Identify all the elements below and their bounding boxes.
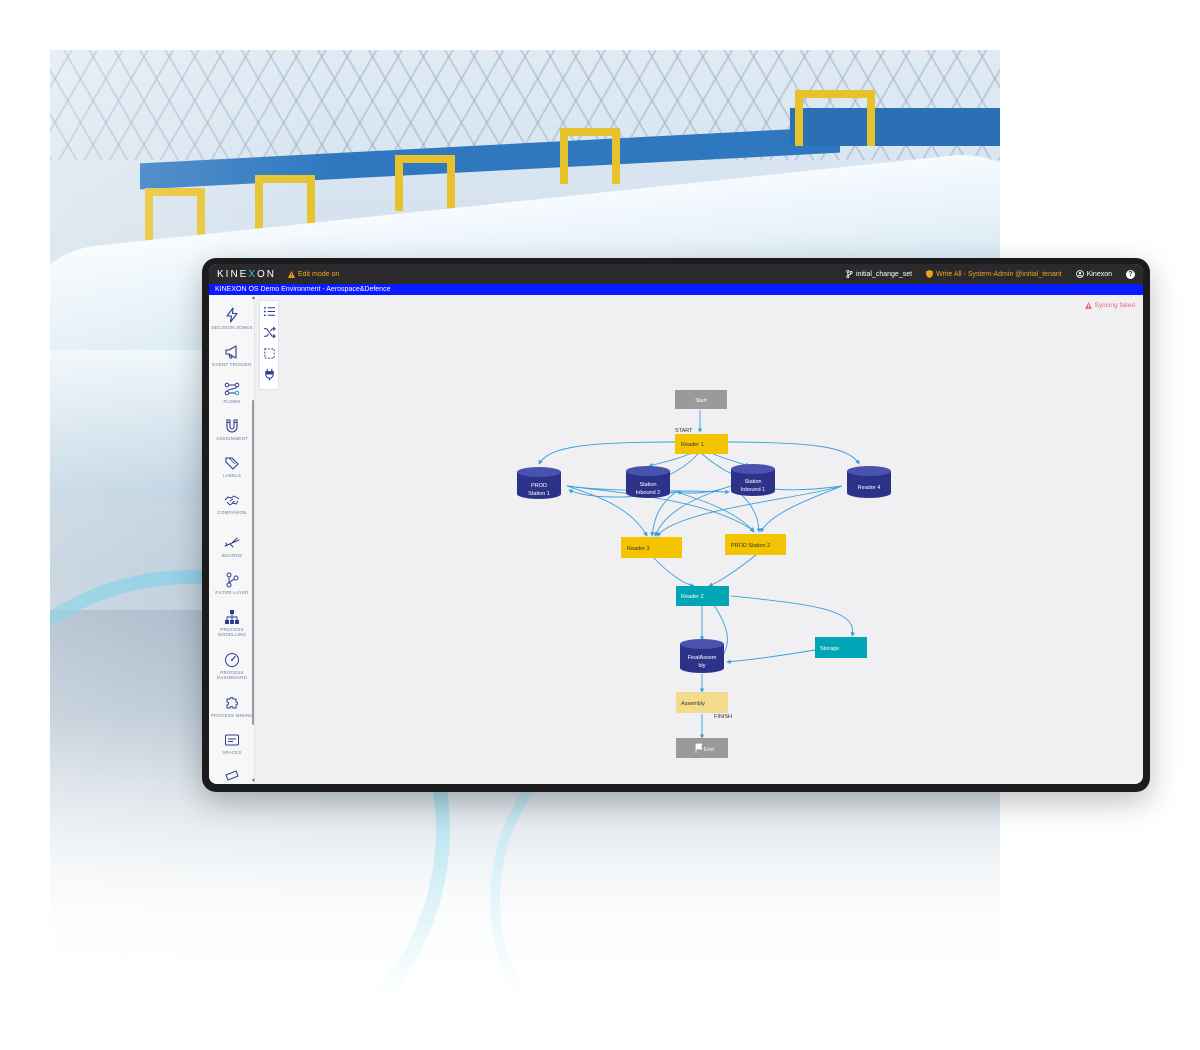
db-top [626,466,670,476]
db-top [731,464,775,474]
node-prod-station-1[interactable]: PROD Station 1 [517,467,561,499]
device-frame: KINEXON Edit mode on initial_change_set … [202,258,1150,792]
node-reader-4-label: Reader 4 [858,485,881,491]
node-reader-2-label: Reader 2 [681,594,704,600]
node-reader-1[interactable]: Reader 1 [675,434,728,454]
node-station-inbound-1-line2: Inbound 1 [741,487,765,493]
graph-edges [538,410,860,739]
node-start-label: Start [695,398,707,404]
db-top [847,466,891,476]
node-station-inbound-1[interactable]: Station Inbound 1 [731,464,775,496]
node-end[interactable]: End [676,738,728,758]
edge [538,441,676,465]
node-start[interactable]: Start [675,390,727,409]
node-station-inbound-1-line1: Station [744,479,761,485]
node-station-inbound-2-line2: Inbound 2 [636,490,660,496]
node-final-assembly[interactable]: FinalAssem bly [680,639,724,673]
edge [724,441,860,465]
node-station-inbound-2-line1: Station [639,482,656,488]
node-prod-station-2[interactable]: PROD Station 2 [725,534,786,555]
node-end-label: End [704,747,714,753]
node-reader-1-label: Reader 1 [681,442,704,448]
node-station-inbound-2[interactable]: Station Inbound 2 [626,466,670,498]
node-final-assembly-line1: FinalAssem [688,655,717,661]
node-prod-station-1-line1: PROD [531,483,547,489]
node-assembly[interactable]: Assembly [676,692,728,713]
node-final-assembly-line2: bly [698,663,705,669]
app-screen: KINEXON Edit mode on initial_change_set … [209,264,1143,784]
node-reader-4[interactable]: Reader 4 [847,466,891,498]
edge [726,649,816,664]
node-assembly-label: Assembly [681,701,705,707]
process-graph-canvas[interactable]: START FINISH Start Reader 1 PROD Station… [209,264,1143,784]
db-top [680,639,724,649]
marketing-stage: KINEXON Edit mode on initial_change_set … [0,0,1200,1050]
node-storage[interactable]: Storage [815,637,867,658]
node-prod-station-1-line2: Station 1 [528,491,550,497]
node-end-box [676,738,728,758]
db-top [517,467,561,477]
node-prod-station-2-label: PROD Station 2 [731,543,770,549]
edge-label-finish: FINISH [714,714,732,720]
node-storage-label: Storage [820,646,839,652]
node-reader-3-label: Reader 3 [627,546,650,552]
edge [708,553,758,587]
edge-label-start: START [675,428,693,434]
edge [730,595,856,637]
node-reader-3[interactable]: Reader 3 [621,537,682,558]
node-reader-2[interactable]: Reader 2 [676,586,729,606]
edge [651,555,695,588]
